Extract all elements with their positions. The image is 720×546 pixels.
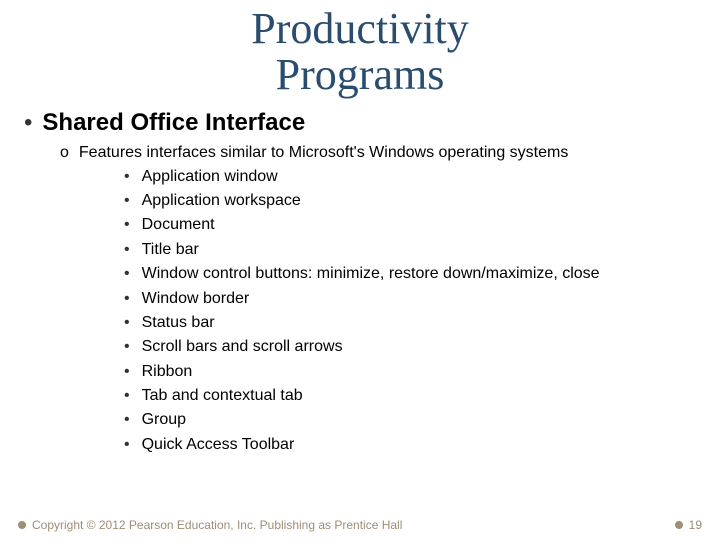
title-line-1: Productivity bbox=[251, 4, 469, 53]
bullet-dot-icon: • bbox=[24, 110, 32, 136]
list-item: • Window control buttons: minimize, resto… bbox=[124, 263, 696, 285]
list-item-text: Status bar bbox=[142, 312, 215, 334]
list-item: • Document bbox=[124, 214, 696, 236]
footer: Copyright © 2012 Pearson Education, Inc.… bbox=[0, 518, 720, 532]
footer-right: 19 bbox=[675, 518, 702, 532]
bullet-dot-icon: • bbox=[124, 385, 130, 407]
list-item-text: Application workspace bbox=[142, 190, 301, 212]
list-item-text: Quick Access Toolbar bbox=[142, 434, 295, 456]
list-item-text: Document bbox=[142, 214, 215, 236]
bullet-dot-icon: • bbox=[124, 214, 130, 236]
bullet-dot-icon: • bbox=[124, 190, 130, 212]
content-area: • Shared Office Interface o Features int… bbox=[0, 98, 720, 456]
title-line-2: Programs bbox=[276, 50, 445, 99]
level2-subheading: Features interfaces similar to Microsoft… bbox=[79, 143, 568, 164]
footer-dot-icon bbox=[675, 521, 683, 529]
list-item: • Window border bbox=[124, 288, 696, 310]
level3-list: • Application window • Application workspac… bbox=[24, 166, 696, 457]
list-item-text: Window border bbox=[142, 288, 250, 310]
level1-heading: Shared Office Interface bbox=[42, 110, 305, 136]
bullet-dot-icon: • bbox=[124, 239, 130, 261]
list-item-text: Group bbox=[142, 409, 186, 431]
slide-title: Productivity Programs bbox=[0, 6, 720, 98]
bullet-dot-icon: • bbox=[124, 263, 130, 285]
bullet-dot-icon: • bbox=[124, 166, 130, 188]
list-item: • Application workspace bbox=[124, 190, 696, 212]
bullet-dot-icon: • bbox=[124, 336, 130, 358]
list-item-text: Application window bbox=[142, 166, 278, 188]
list-item: • Application window bbox=[124, 166, 696, 188]
list-item-text: Scroll bars and scroll arrows bbox=[142, 336, 343, 358]
bullet-dot-icon: • bbox=[124, 312, 130, 334]
level1-item: • Shared Office Interface bbox=[24, 110, 696, 136]
list-item-text: Ribbon bbox=[142, 361, 193, 383]
bullet-dot-icon: • bbox=[124, 288, 130, 310]
list-item: • Title bar bbox=[124, 239, 696, 261]
bullet-dot-icon: • bbox=[124, 434, 130, 456]
list-item: • Quick Access Toolbar bbox=[124, 434, 696, 456]
footer-dot-icon bbox=[18, 521, 26, 529]
bullet-circle-icon: o bbox=[60, 143, 69, 164]
level2-item: o Features interfaces similar to Microso… bbox=[60, 143, 696, 164]
copyright-text: Copyright © 2012 Pearson Education, Inc.… bbox=[32, 518, 402, 532]
list-item-text: Title bar bbox=[142, 239, 199, 261]
list-item: • Scroll bars and scroll arrows bbox=[124, 336, 696, 358]
list-item: • Group bbox=[124, 409, 696, 431]
list-item-text: Tab and contextual tab bbox=[142, 385, 303, 407]
list-item-text: Window control buttons: minimize, restor… bbox=[142, 263, 600, 285]
bullet-dot-icon: • bbox=[124, 409, 130, 431]
footer-left: Copyright © 2012 Pearson Education, Inc.… bbox=[18, 518, 402, 532]
list-item: • Ribbon bbox=[124, 361, 696, 383]
list-item: • Tab and contextual tab bbox=[124, 385, 696, 407]
page-number: 19 bbox=[689, 518, 702, 532]
bullet-dot-icon: • bbox=[124, 361, 130, 383]
list-item: • Status bar bbox=[124, 312, 696, 334]
